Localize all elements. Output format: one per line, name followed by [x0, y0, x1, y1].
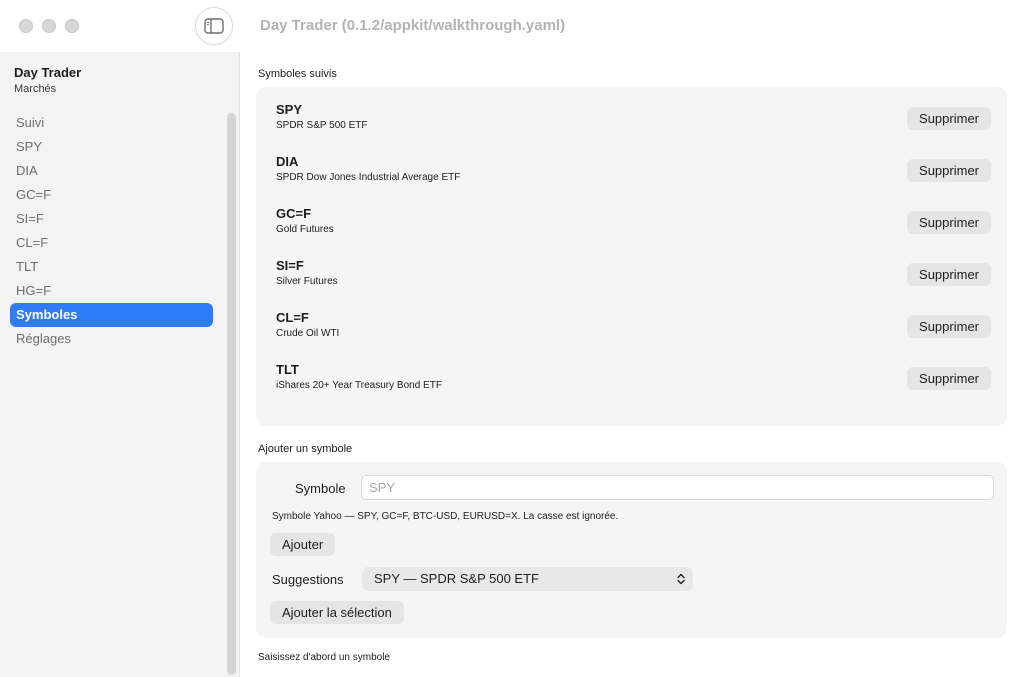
sidebar-item-spy[interactable]: SPY — [10, 135, 213, 159]
sidebar-item-dia[interactable]: DIA — [10, 159, 213, 183]
symbol-name: Silver Futures — [276, 276, 338, 287]
symbol-ticker: SI=F — [276, 258, 304, 273]
app-subtitle: Marchés — [14, 83, 57, 95]
symbol-name: Gold Futures — [276, 224, 334, 235]
sidebar-nav: Suivi SPY DIA GC=F SI=F CL=F TLT HG=F Sy… — [10, 111, 213, 351]
window-title: Day Trader (0.1.2/appkit/walkthrough.yam… — [260, 17, 566, 34]
add-symbol-group: Symbole Symbole Yahoo — SPY, GC=F, BTC-U… — [256, 462, 1007, 638]
sidebar-item-gc-f[interactable]: GC=F — [10, 183, 213, 207]
remove-si-f-button[interactable]: Supprimer — [907, 263, 991, 286]
sidebar-item-symboles[interactable]: Symboles — [10, 303, 213, 327]
tracked-row-gc-f: GC=F Gold Futures Supprimer — [276, 206, 991, 246]
app-header: Day Trader Marchés — [14, 65, 81, 95]
add-button[interactable]: Ajouter — [270, 533, 336, 556]
tracked-row-spy: SPY SPDR S&P 500 ETF Supprimer — [276, 102, 991, 142]
remove-dia-button[interactable]: Supprimer — [907, 159, 991, 182]
symbol-ticker: CL=F — [276, 310, 309, 325]
sidebar-scrollbar[interactable] — [227, 113, 236, 675]
symbol-input[interactable] — [361, 475, 994, 500]
symbol-ticker: DIA — [276, 154, 299, 169]
symbol-name: Crude Oil WTI — [276, 328, 340, 339]
add-section-label: Ajouter un symbole — [258, 443, 353, 455]
sidebar: Day Trader Marchés Suivi SPY DIA GC=F SI… — [0, 0, 240, 677]
remove-cl-f-button[interactable]: Supprimer — [907, 315, 991, 338]
add-selection-button[interactable]: Ajouter la sélection — [270, 601, 404, 624]
suggestions-selected-value: SPY — SPDR S&P 500 ETF — [374, 571, 539, 586]
tracked-row-tlt: TLT iShares 20+ Year Treasury Bond ETF S… — [276, 362, 991, 402]
symbol-name: iShares 20+ Year Treasury Bond ETF — [276, 380, 442, 391]
sidebar-item-cl-f[interactable]: CL=F — [10, 231, 213, 255]
suggestions-label: Suggestions — [272, 572, 344, 587]
sidebar-item-si-f[interactable]: SI=F — [10, 207, 213, 231]
sidebar-item-tlt[interactable]: TLT — [10, 255, 213, 279]
symbol-name: SPDR Dow Jones Industrial Average ETF — [276, 172, 461, 183]
sidebar-toggle-button[interactable] — [195, 7, 233, 45]
sidebar-item-reglages[interactable]: Réglages — [10, 327, 213, 351]
tracked-row-cl-f: CL=F Crude Oil WTI Supprimer — [276, 310, 991, 350]
symbol-ticker: SPY — [276, 102, 303, 117]
suggestions-select[interactable]: SPY — SPDR S&P 500 ETF — [362, 567, 693, 591]
symbol-ticker: GC=F — [276, 206, 312, 221]
app-title: Day Trader — [14, 65, 82, 80]
app-window: Day Trader Marchés Suivi SPY DIA GC=F SI… — [0, 0, 1024, 677]
chevron-up-down-icon — [677, 573, 685, 585]
close-window-button[interactable] — [19, 19, 33, 33]
status-message: Saisissez d'abord un symbole — [258, 652, 390, 663]
tracked-section-label: Symboles suivis — [258, 68, 337, 80]
tracked-row-si-f: SI=F Silver Futures Supprimer — [276, 258, 991, 298]
titlebar-left — [0, 0, 240, 52]
tracked-row-dia: DIA SPDR Dow Jones Industrial Average ET… — [276, 154, 991, 194]
main-content: Day Trader (0.1.2/appkit/walkthrough.yam… — [241, 0, 1024, 677]
symbol-hint: Symbole Yahoo — SPY, GC=F, BTC-USD, EURU… — [272, 511, 619, 522]
sidebar-toggle-icon — [204, 18, 224, 34]
symbol-field-label: Symbole — [295, 481, 346, 496]
symbol-name: SPDR S&P 500 ETF — [276, 120, 368, 131]
sidebar-item-hg-f[interactable]: HG=F — [10, 279, 213, 303]
remove-tlt-button[interactable]: Supprimer — [907, 367, 991, 390]
remove-gc-f-button[interactable]: Supprimer — [907, 211, 991, 234]
sidebar-item-suivi[interactable]: Suivi — [10, 111, 213, 135]
tracked-symbols-group: SPY SPDR S&P 500 ETF Supprimer DIA SPDR … — [256, 87, 1007, 426]
zoom-window-button[interactable] — [65, 19, 79, 33]
remove-spy-button[interactable]: Supprimer — [907, 107, 991, 130]
minimize-window-button[interactable] — [42, 19, 56, 33]
symbol-ticker: TLT — [276, 362, 299, 377]
